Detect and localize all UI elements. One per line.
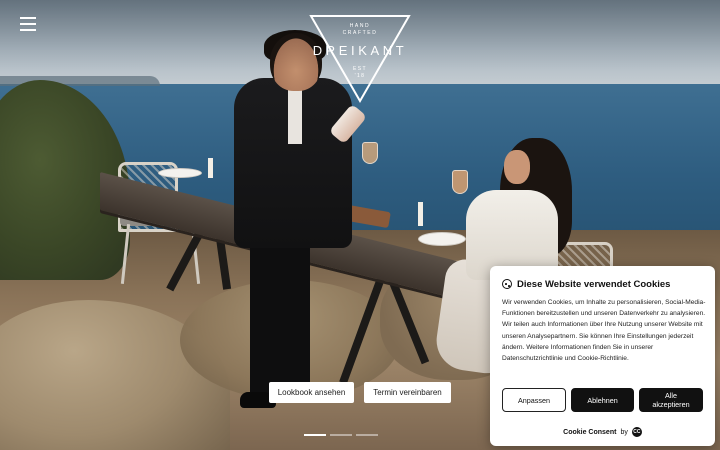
woman-face: [504, 150, 530, 184]
cookie-header: Diese Website verwendet Cookies: [502, 277, 707, 291]
man-shirt: [288, 84, 302, 144]
accept-all-cookies-button[interactable]: Alle akzeptieren: [639, 388, 703, 412]
cookie-description: Wir verwenden Cookies, um Inhalte zu per…: [502, 299, 706, 363]
cookie-by-text: by: [620, 428, 628, 436]
logo-established: EST '18: [308, 66, 412, 80]
cookie-icon: [502, 279, 512, 289]
logo-tagline: HAND CRAFTED: [308, 23, 412, 37]
man-legs: [250, 235, 310, 400]
lookbook-button[interactable]: Lookbook ansehen: [269, 382, 354, 403]
slide-dot-active[interactable]: [304, 434, 326, 436]
logo-tagline-line: HAND: [349, 23, 371, 29]
hamburger-menu-icon[interactable]: [20, 17, 36, 31]
reject-cookies-button[interactable]: Ablehnen: [571, 388, 634, 412]
candle: [208, 158, 213, 178]
menu-line: [20, 17, 36, 19]
logo-est-line: EST: [353, 66, 367, 72]
plate: [158, 168, 202, 178]
plate: [418, 232, 466, 246]
candle: [418, 202, 423, 226]
cookie-consent-banner: Diese Website verwendet Cookies Wir verw…: [490, 266, 715, 446]
slide-indicator: [304, 434, 404, 437]
menu-line: [20, 29, 36, 31]
brand-logo[interactable]: HAND CRAFTED DREIKANT EST '18: [308, 14, 412, 104]
menu-line: [20, 23, 36, 25]
wine-glass: [452, 170, 468, 194]
customize-cookies-button[interactable]: Anpassen: [502, 388, 566, 412]
logo-wordmark: DREIKANT: [312, 43, 408, 58]
logo-est-line: '18: [354, 73, 366, 79]
cookie-title: Diese Website verwendet Cookies: [517, 278, 671, 290]
wine-glass: [362, 142, 378, 164]
slide-dot[interactable]: [330, 434, 352, 436]
logo-tagline-line: CRAFTED: [342, 30, 378, 36]
cookie-footer: Cookie Consent by CC: [490, 426, 715, 438]
cookie-provider-logo-icon[interactable]: CC: [631, 427, 642, 437]
cookie-consent-brand[interactable]: Cookie Consent: [563, 429, 616, 436]
slide-dot[interactable]: [356, 434, 378, 436]
appointment-button[interactable]: Termin vereinbaren: [364, 382, 451, 403]
